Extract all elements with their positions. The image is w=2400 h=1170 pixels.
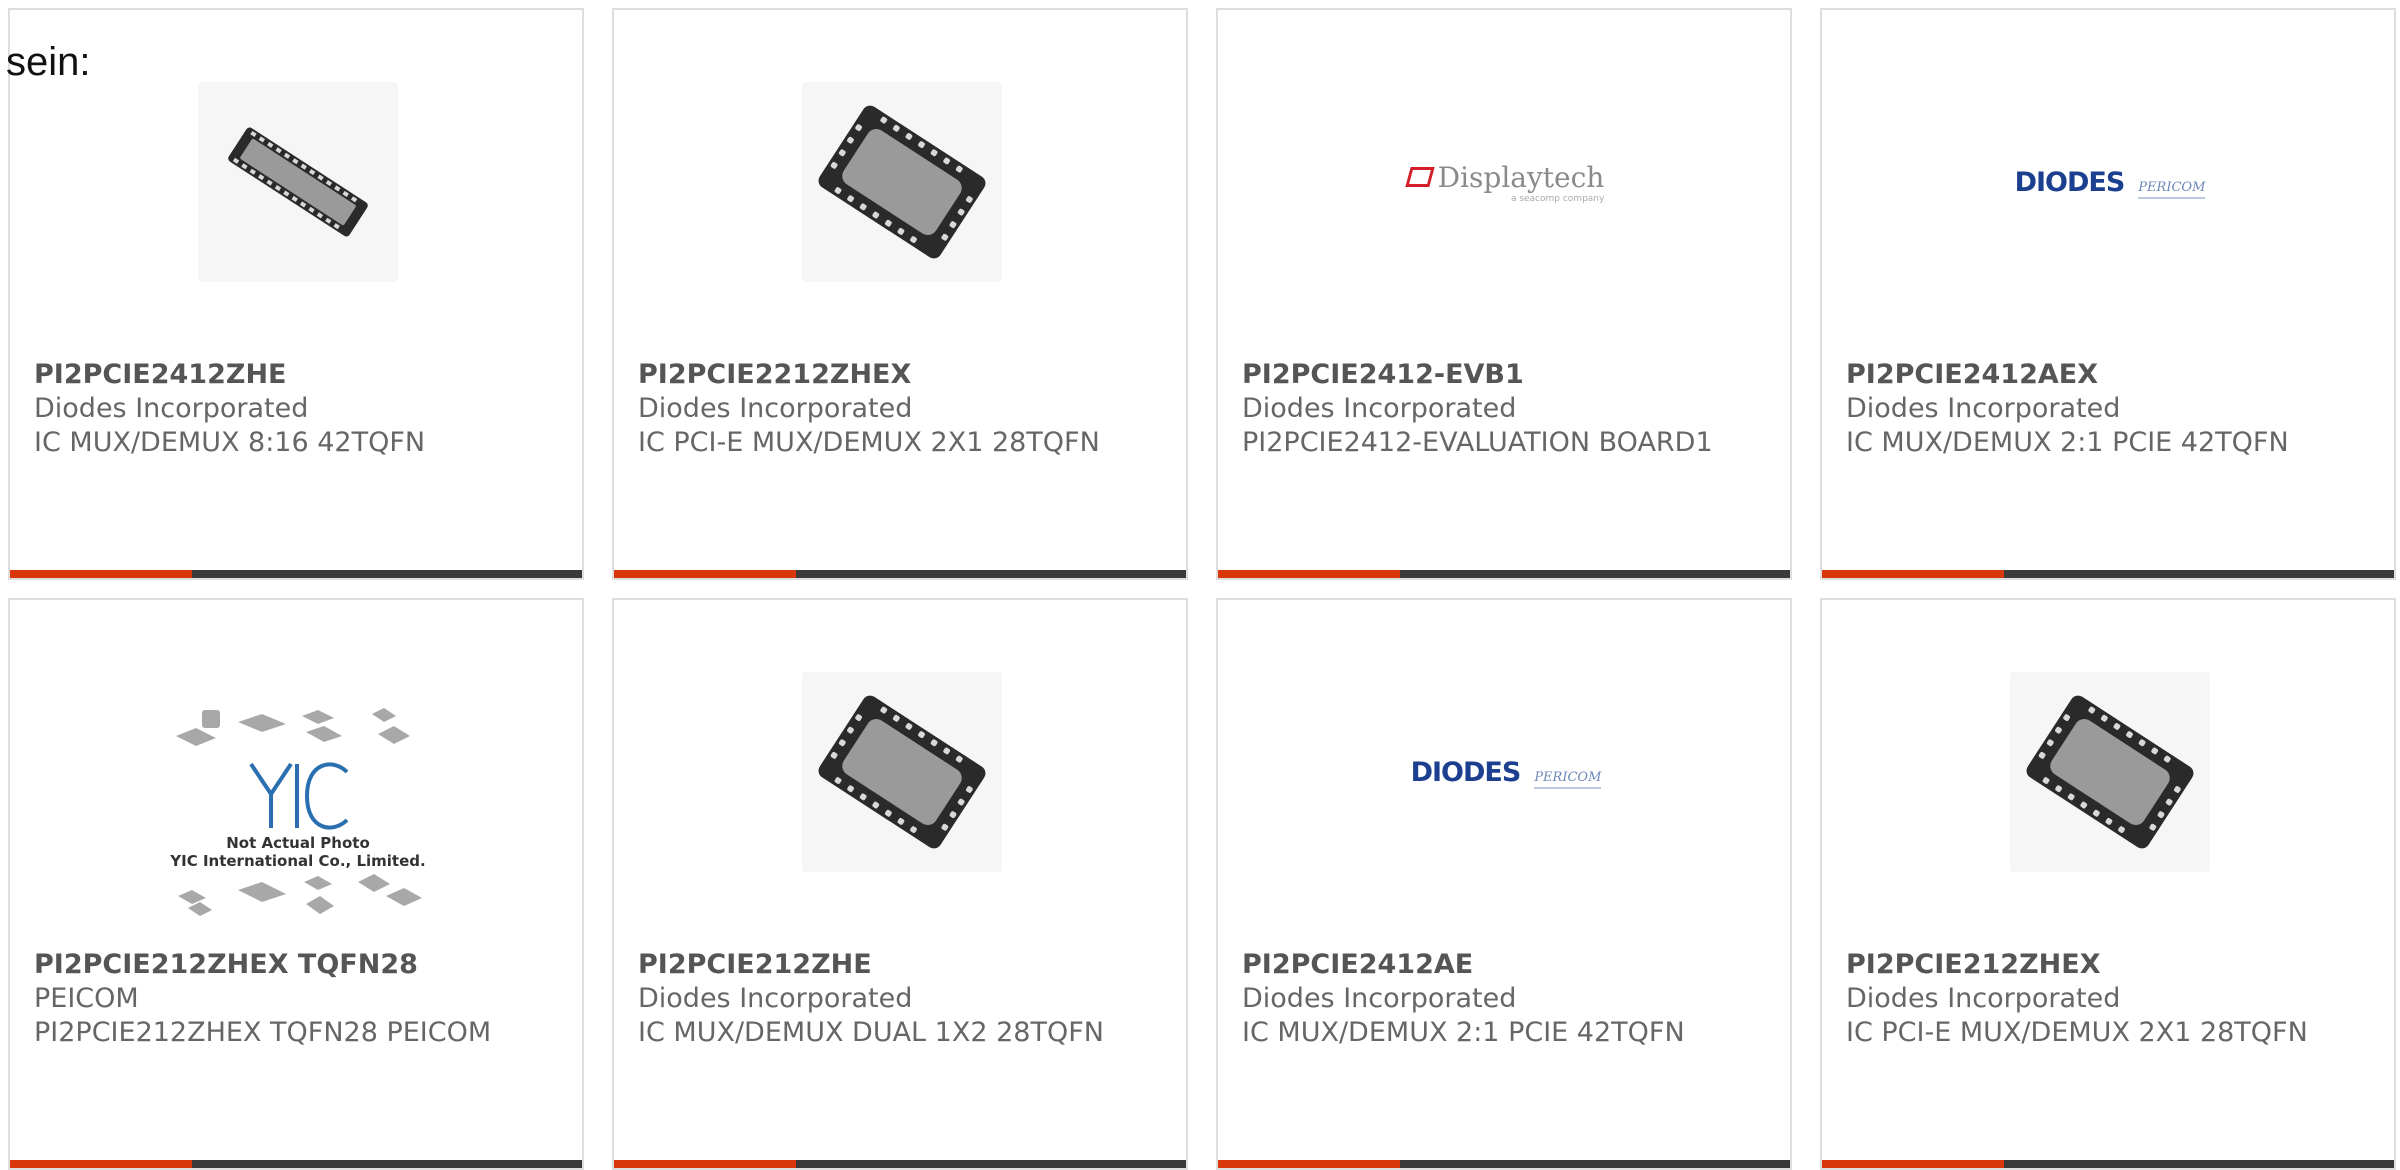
page-fragment-text: sein: — [6, 40, 91, 84]
card-footer-bar — [1822, 570, 2394, 578]
card-footer-bar — [1822, 1160, 2394, 1168]
card-footer-bar — [614, 1160, 1186, 1168]
manufacturer-label: Diodes Incorporated — [34, 393, 309, 424]
displaytech-logo-text: Displaytech — [1437, 160, 1605, 194]
diodes-pericom-logo-icon: DIODES PERICOM — [1410, 756, 1602, 789]
product-image[interactable]: Displaytech a seacomp company — [1404, 82, 1606, 282]
card-footer-accent — [1218, 570, 1400, 578]
manufacturer-label: Diodes Incorporated — [1242, 983, 1517, 1014]
description-label: IC MUX/DEMUX 8:16 42TQFN — [34, 427, 426, 458]
diodes-logo-text: DIODES — [2014, 166, 2126, 198]
card-footer-bar — [1218, 570, 1790, 578]
pericom-logo-text: PERICOM — [1534, 769, 1602, 789]
product-card[interactable]: PI2PCIE2412ZHE Diodes Incorporated IC MU… — [8, 8, 584, 580]
product-card[interactable]: Displaytech a seacomp company PI2PCIE241… — [1216, 8, 1792, 580]
card-footer-bar — [10, 570, 582, 578]
description-label: IC MUX/DEMUX DUAL 1X2 28TQFN — [638, 1017, 1104, 1048]
product-card[interactable]: PI2PCIE212ZHEX Diodes Incorporated IC PC… — [1820, 598, 2396, 1170]
part-number-link[interactable]: PI2PCIE2412AEX — [1846, 358, 2370, 392]
product-card[interactable]: DIODES PERICOM PI2PCIE2412AEX Diodes Inco… — [1820, 8, 2396, 580]
card-footer-bar — [10, 1160, 582, 1168]
manufacturer-label: Diodes Incorporated — [638, 393, 913, 424]
diodes-pericom-logo-icon: DIODES PERICOM — [2014, 166, 2206, 199]
product-card[interactable]: PI2PCIE2212ZHEX Diodes Incorporated IC P… — [612, 8, 1188, 580]
manufacturer-label: Diodes Incorporated — [1846, 393, 2121, 424]
part-number-link[interactable]: PI2PCIE212ZHEX — [1846, 948, 2370, 982]
description-label: PI2PCIE2412-EVALUATION BOARD1 — [1242, 427, 1713, 458]
pericom-logo-text: PERICOM — [2138, 179, 2206, 199]
manufacturer-label: Diodes Incorporated — [1846, 983, 2121, 1014]
product-card[interactable]: PI2PCIE212ZHE Diodes Incorporated IC MUX… — [612, 598, 1188, 1170]
part-number-link[interactable]: PI2PCIE2412AE — [1242, 948, 1766, 982]
chip-icon — [2026, 695, 2194, 849]
displaytech-logo-icon: Displaytech a seacomp company — [1404, 160, 1605, 204]
chip-icon — [818, 695, 986, 849]
card-footer-bar — [1218, 1160, 1790, 1168]
part-number-link[interactable]: PI2PCIE2212ZHEX — [638, 358, 1162, 392]
diodes-logo-text: DIODES — [1410, 756, 1522, 788]
manufacturer-label: PEICOM — [34, 983, 139, 1014]
product-image[interactable]: Not Actual Photo YIC International Co., … — [158, 692, 438, 932]
card-footer-accent — [1822, 1160, 2004, 1168]
part-number-link[interactable]: PI2PCIE2412-EVB1 — [1242, 358, 1766, 392]
part-number-link[interactable]: PI2PCIE2412ZHE — [34, 358, 558, 392]
manufacturer-label: Diodes Incorporated — [1242, 393, 1517, 424]
description-label: PI2PCIE212ZHEX TQFN28 PEICOM — [34, 1017, 492, 1048]
product-image[interactable] — [802, 672, 1002, 872]
yic-caption-line2: YIC International Co., Limited. — [170, 852, 426, 870]
description-label: IC MUX/DEMUX 2:1 PCIE 42TQFN — [1242, 1017, 1685, 1048]
chip-collection-icon — [178, 874, 422, 916]
chip-icon — [818, 105, 986, 259]
displaytech-mark-icon — [1404, 166, 1435, 187]
card-footer-accent — [614, 570, 796, 578]
displaytech-logo-subtext: a seacomp company — [1510, 193, 1605, 204]
card-footer-accent — [10, 1160, 192, 1168]
yic-logo-icon — [249, 762, 349, 830]
card-footer-accent — [1218, 1160, 1400, 1168]
product-image[interactable]: DIODES PERICOM — [2010, 82, 2210, 282]
card-footer-bar — [614, 570, 1186, 578]
product-card[interactable]: Not Actual Photo YIC International Co., … — [8, 598, 584, 1170]
product-image[interactable] — [198, 82, 398, 282]
product-image[interactable]: DIODES PERICOM — [1406, 672, 1606, 872]
part-number-link[interactable]: PI2PCIE212ZHEX TQFN28 — [34, 948, 558, 982]
description-label: IC PCI-E MUX/DEMUX 2X1 28TQFN — [638, 427, 1100, 458]
description-label: IC MUX/DEMUX 2:1 PCIE 42TQFN — [1846, 427, 2289, 458]
part-number-link[interactable]: PI2PCIE212ZHE — [638, 948, 1162, 982]
yic-caption-line1: Not Actual Photo — [226, 834, 370, 852]
card-footer-accent — [614, 1160, 796, 1168]
product-image[interactable] — [2010, 672, 2210, 872]
card-footer-accent — [1822, 570, 2004, 578]
description-label: IC PCI-E MUX/DEMUX 2X1 28TQFN — [1846, 1017, 2308, 1048]
chip-collection-icon — [176, 708, 410, 746]
manufacturer-label: Diodes Incorporated — [638, 983, 913, 1014]
chip-icon — [228, 127, 368, 237]
product-card[interactable]: DIODES PERICOM PI2PCIE2412AE Diodes Incor… — [1216, 598, 1792, 1170]
card-footer-accent — [10, 570, 192, 578]
product-image[interactable] — [802, 82, 1002, 282]
